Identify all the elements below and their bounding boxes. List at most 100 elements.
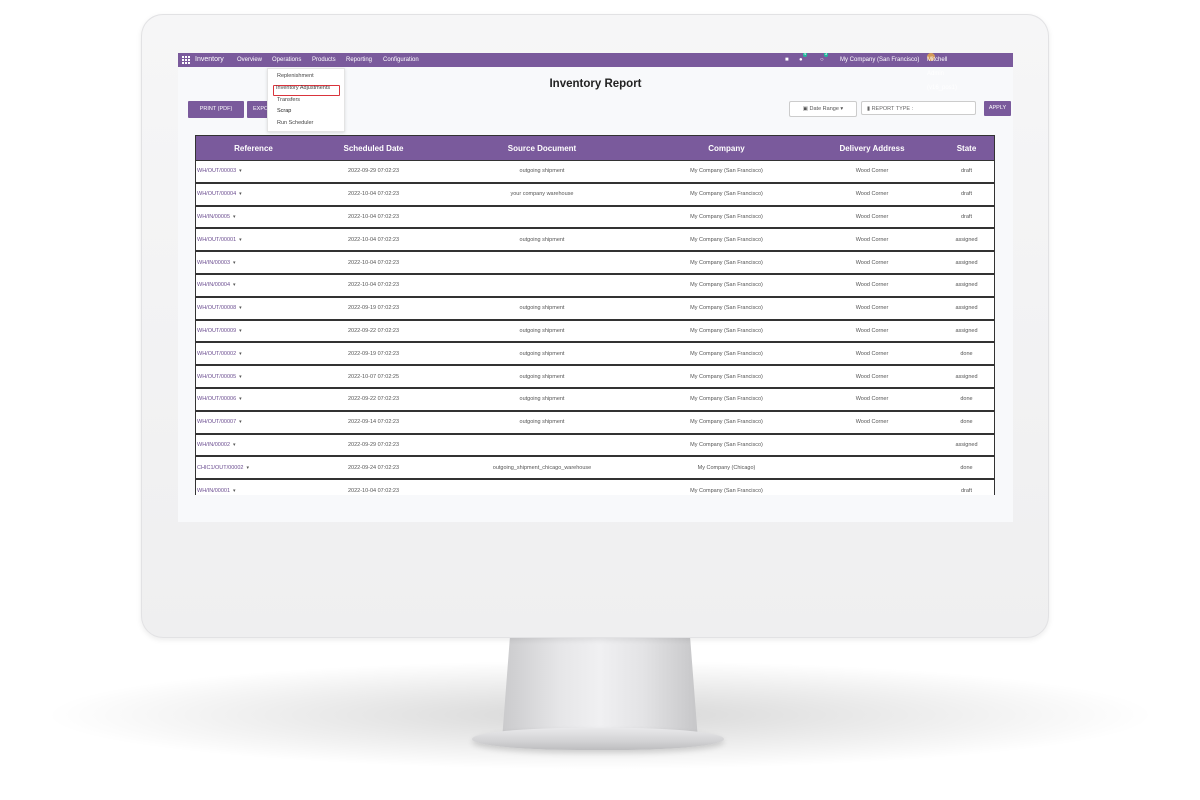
reference-link[interactable]: WH/OUT/00009 bbox=[197, 328, 236, 334]
reference-link[interactable]: WH/OUT/00005 bbox=[197, 374, 236, 380]
caret-down-icon[interactable]: ▾ bbox=[239, 351, 242, 357]
cell-state: done bbox=[939, 342, 994, 367]
apply-button[interactable]: APPLY bbox=[984, 101, 1011, 116]
caret-down-icon[interactable]: ▾ bbox=[233, 442, 236, 448]
cell-reference[interactable]: WH/OUT/00004 ▾ bbox=[196, 182, 311, 207]
cell-reference[interactable]: WH/OUT/00005 ▾ bbox=[196, 365, 311, 389]
menu-operations[interactable]: Operations bbox=[272, 53, 301, 67]
table-row[interactable]: WH/OUT/00006 ▾ 2022-09-22 07:02:23 outgoing… bbox=[196, 387, 994, 412]
messages-icon[interactable]: ● 4 bbox=[799, 53, 808, 67]
menu-item-inventory-adjustments[interactable]: Inventory Adjustments bbox=[276, 85, 330, 91]
reference-link[interactable]: WH/OUT/00008 bbox=[197, 305, 236, 311]
cell-source-document: outgoing shipment bbox=[436, 319, 648, 344]
reference-link[interactable]: WH/OUT/00003 bbox=[197, 168, 236, 174]
column-header-state: State bbox=[939, 135, 994, 161]
menu-overview[interactable]: Overview bbox=[237, 53, 262, 67]
table-row[interactable]: WH/OUT/00001 ▾ 2022-10-04 07:02:23 outgoing… bbox=[196, 228, 994, 253]
table-row[interactable]: WH/OUT/00005 ▾ 2022-10-07 07:02:25 outgoing… bbox=[196, 365, 994, 389]
table-row[interactable]: WH/IN/00002 ▾ 2022-09-29 07:02:23 My Compan… bbox=[196, 433, 994, 458]
table-row[interactable]: CHIC1/OUT/00002 ▾ 2022-09-24 07:02:23 outgo… bbox=[196, 456, 994, 481]
table-row[interactable]: WH/OUT/00004 ▾ 2022-10-04 07:02:23 your com… bbox=[196, 182, 994, 207]
table-row[interactable]: WH/OUT/00009 ▾ 2022-09-22 07:02:23 outgoing… bbox=[196, 319, 994, 344]
caret-down-icon[interactable]: ▾ bbox=[233, 282, 236, 288]
operations-dropdown-menu: Replenishment Inventory Adjustments Tran… bbox=[267, 68, 345, 132]
caret-down-icon[interactable]: ▾ bbox=[239, 237, 242, 243]
cell-delivery-address: Wood Corner bbox=[805, 228, 939, 253]
caret-down-icon[interactable]: ▾ bbox=[246, 465, 249, 471]
cell-company: My Company (San Francisco) bbox=[648, 296, 805, 321]
menu-configuration[interactable]: Configuration bbox=[383, 53, 419, 67]
column-header-company: Company bbox=[648, 135, 805, 161]
reference-link[interactable]: WH/IN/00002 bbox=[197, 442, 230, 448]
menu-item-run-scheduler[interactable]: Run Scheduler bbox=[277, 120, 313, 126]
activity-clock-icon[interactable]: ○ 3 bbox=[820, 53, 829, 67]
cell-state: draft bbox=[939, 182, 994, 207]
table-row[interactable]: WH/IN/00003 ▾ 2022-10-04 07:02:23 My Compan… bbox=[196, 251, 994, 275]
company-switcher[interactable]: My Company (San Francisco) bbox=[840, 53, 919, 67]
cell-reference[interactable]: WH/OUT/00006 ▾ bbox=[196, 387, 311, 412]
reference-link[interactable]: WH/IN/00005 bbox=[197, 214, 230, 220]
cell-reference[interactable]: CHIC1/OUT/00002 ▾ bbox=[196, 456, 311, 481]
cell-reference[interactable]: WH/IN/00002 ▾ bbox=[196, 433, 311, 458]
date-range-dropdown[interactable]: ▣ Date Range ▾ bbox=[789, 101, 857, 117]
cell-source-document: your company warehouse bbox=[436, 182, 648, 207]
reference-link[interactable]: WH/IN/00003 bbox=[197, 260, 230, 266]
table-row[interactable]: WH/OUT/00002 ▾ 2022-09-19 07:02:23 outgoing… bbox=[196, 342, 994, 367]
app-title[interactable]: Inventory bbox=[195, 53, 224, 67]
print-pdf-button[interactable]: PRINT (PDF) bbox=[188, 101, 244, 118]
table-body: WH/OUT/00003 ▾ 2022-09-29 07:02:23 outgoing… bbox=[196, 160, 994, 495]
reference-link[interactable]: WH/OUT/00007 bbox=[197, 419, 236, 425]
caret-down-icon[interactable]: ▾ bbox=[239, 191, 242, 197]
table-row[interactable]: WH/OUT/00008 ▾ 2022-09-19 07:02:23 outgoing… bbox=[196, 296, 994, 321]
cell-reference[interactable]: WH/IN/00005 ▾ bbox=[196, 205, 311, 230]
cell-company: My Company (San Francisco) bbox=[648, 319, 805, 344]
caret-down-icon[interactable]: ▾ bbox=[239, 374, 242, 380]
caret-down-icon[interactable]: ▾ bbox=[239, 168, 242, 174]
caret-down-icon[interactable]: ▾ bbox=[239, 305, 242, 311]
cell-delivery-address: Wood Corner bbox=[805, 342, 939, 367]
menu-item-transfers[interactable]: Transfers bbox=[277, 97, 300, 103]
table-row[interactable]: WH/IN/00004 ▾ 2022-10-04 07:02:23 My Compan… bbox=[196, 273, 994, 298]
cell-reference[interactable]: WH/OUT/00001 ▾ bbox=[196, 228, 311, 253]
table-row[interactable]: WH/IN/00001 ▾ 2022-10-04 07:02:23 My Compan… bbox=[196, 479, 994, 495]
cell-scheduled-date: 2022-09-29 07:02:23 bbox=[311, 433, 436, 458]
reference-link[interactable]: WH/OUT/00002 bbox=[197, 351, 236, 357]
cell-scheduled-date: 2022-10-04 07:02:23 bbox=[311, 251, 436, 275]
reference-link[interactable]: WH/OUT/00006 bbox=[197, 396, 236, 402]
bell-icon[interactable]: ■ bbox=[785, 53, 789, 67]
reference-link[interactable]: WH/OUT/00001 bbox=[197, 237, 236, 243]
cell-reference[interactable]: WH/OUT/00008 ▾ bbox=[196, 296, 311, 321]
cell-reference[interactable]: WH/OUT/00002 ▾ bbox=[196, 342, 311, 367]
reference-link[interactable]: WH/OUT/00004 bbox=[197, 191, 236, 197]
cell-company: My Company (Chicago) bbox=[648, 456, 805, 481]
cell-reference[interactable]: WH/OUT/00007 ▾ bbox=[196, 410, 311, 435]
report-type-field[interactable]: ▮ REPORT TYPE : bbox=[861, 101, 976, 115]
apps-menu-icon[interactable] bbox=[182, 56, 190, 64]
caret-down-icon[interactable]: ▾ bbox=[233, 260, 236, 266]
cell-source-document: outgoing shipment bbox=[436, 342, 648, 367]
caret-down-icon[interactable]: ▾ bbox=[233, 488, 236, 494]
cell-company: My Company (San Francisco) bbox=[648, 160, 805, 184]
caret-down-icon[interactable]: ▾ bbox=[239, 419, 242, 425]
menu-item-replenishment[interactable]: Replenishment bbox=[277, 73, 314, 79]
caret-down-icon[interactable]: ▾ bbox=[239, 328, 242, 334]
monitor-stand-neck bbox=[502, 636, 698, 740]
reference-link[interactable]: WH/IN/00004 bbox=[197, 282, 230, 288]
menu-item-scrap[interactable]: Scrap bbox=[277, 108, 291, 114]
cell-reference[interactable]: WH/OUT/00003 ▾ bbox=[196, 160, 311, 184]
caret-down-icon[interactable]: ▾ bbox=[233, 214, 236, 220]
cell-reference[interactable]: WH/IN/00001 ▾ bbox=[196, 479, 311, 495]
menu-reporting[interactable]: Reporting bbox=[346, 53, 372, 67]
cell-source-document bbox=[436, 479, 648, 495]
reference-link[interactable]: CHIC1/OUT/00002 bbox=[197, 465, 243, 471]
table-row[interactable]: WH/OUT/00007 ▾ 2022-09-14 07:02:23 outgoing… bbox=[196, 410, 994, 435]
reference-link[interactable]: WH/IN/00001 bbox=[197, 488, 230, 494]
cell-state: assigned bbox=[939, 273, 994, 298]
cell-reference[interactable]: WH/IN/00004 ▾ bbox=[196, 273, 311, 298]
menu-products[interactable]: Products bbox=[312, 53, 336, 67]
cell-reference[interactable]: WH/OUT/00009 ▾ bbox=[196, 319, 311, 344]
cell-reference[interactable]: WH/IN/00003 ▾ bbox=[196, 251, 311, 275]
caret-down-icon[interactable]: ▾ bbox=[239, 396, 242, 402]
table-row[interactable]: WH/IN/00005 ▾ 2022-10-04 07:02:23 My Compan… bbox=[196, 205, 994, 230]
table-row[interactable]: WH/OUT/00003 ▾ 2022-09-29 07:02:23 outgoing… bbox=[196, 160, 994, 184]
